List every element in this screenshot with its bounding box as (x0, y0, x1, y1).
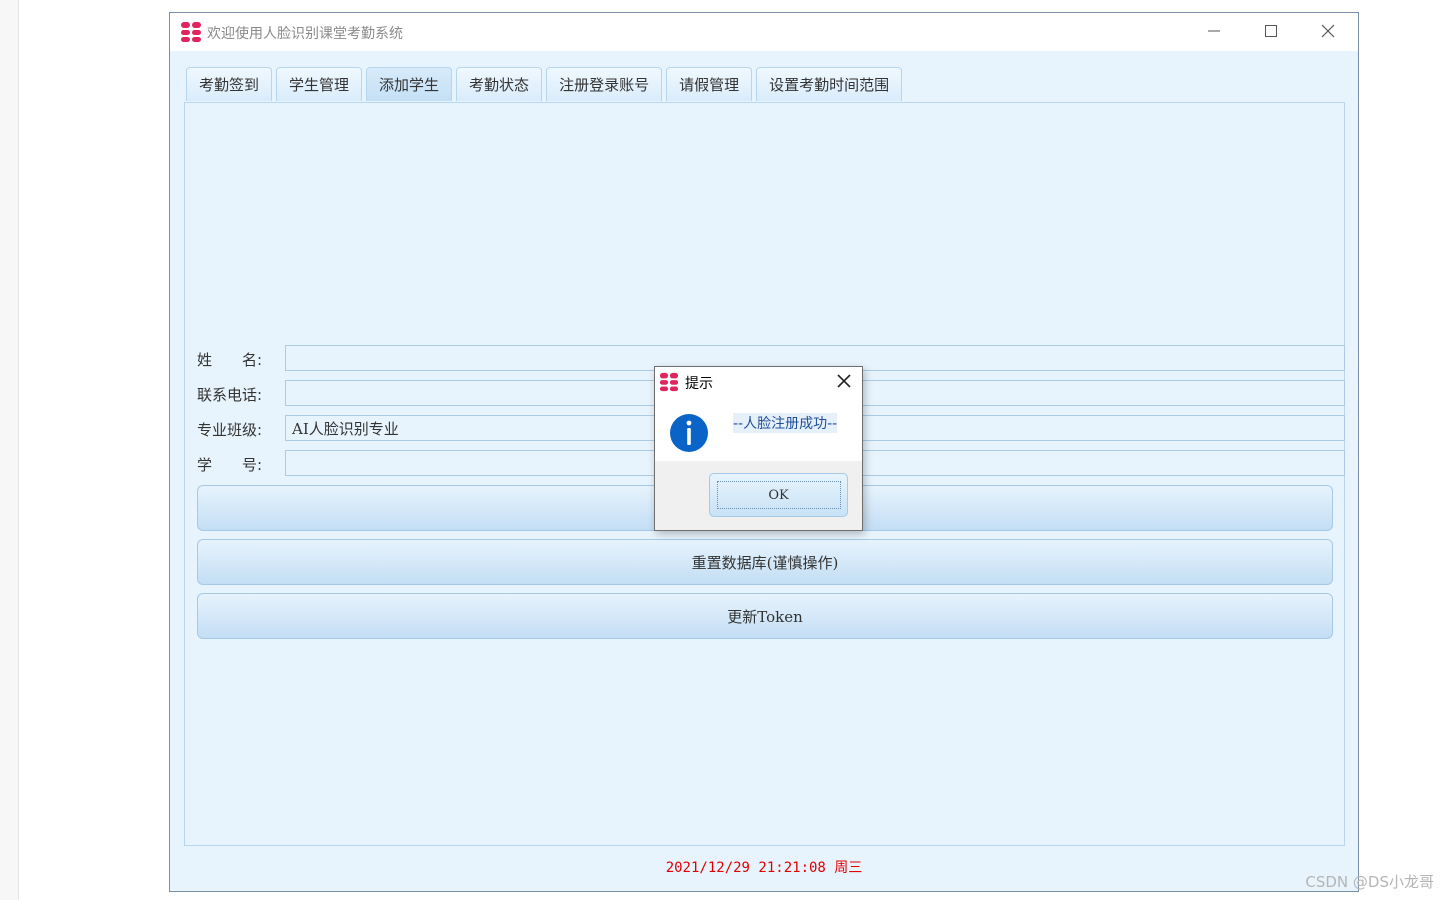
tab-register-account[interactable]: 注册登录账号 (546, 67, 663, 101)
minimize-icon (1208, 30, 1220, 32)
page-left-strip (0, 0, 19, 900)
watermark: CSDN @DS小龙哥 (1305, 873, 1434, 891)
tab-add-student[interactable]: 添加学生 (366, 67, 453, 101)
tab-student-management[interactable]: 学生管理 (276, 67, 363, 101)
phone-label: 联系电话: (197, 385, 263, 404)
dialog-body: --人脸注册成功-- (655, 397, 862, 461)
close-icon (1321, 24, 1335, 38)
maximize-button[interactable] (1243, 13, 1299, 49)
maximize-icon (1265, 25, 1277, 37)
info-icon (670, 414, 708, 452)
phone-row: 联系电话: (197, 380, 1345, 408)
dialog-message: --人脸注册成功-- (733, 413, 838, 433)
student-id-label: 学 号: (197, 455, 263, 474)
class-label: 专业班级: (197, 420, 263, 439)
dialog-title: 提示 (685, 376, 713, 392)
tab-leave-management[interactable]: 请假管理 (666, 67, 753, 101)
titlebar: 欢迎使用人脸识别课堂考勤系统 (170, 13, 1358, 51)
ok-button-label: OK (716, 481, 841, 509)
app-logo-icon (659, 372, 679, 392)
dialog-titlebar: 提示 (655, 367, 862, 397)
name-row: 姓 名: (197, 345, 1345, 373)
status-datetime: 2021/12/29 21:21:08 周三 (665, 860, 863, 876)
student-id-row: 学 号: (197, 450, 1345, 478)
tab-bar: 考勤签到 学生管理 添加学生 考勤状态 注册登录账号 请假管理 设置考勤时间范围 (186, 67, 903, 103)
class-row: 专业班级: AI人脸识别专业 (197, 415, 1345, 443)
tab-attendance-signin[interactable]: 考勤签到 (186, 67, 273, 101)
reset-database-button[interactable]: 重置数据库(谨慎操作) (197, 539, 1333, 585)
close-icon[interactable] (836, 373, 852, 389)
tab-attendance-time-range[interactable]: 设置考勤时间范围 (756, 67, 903, 101)
name-label: 姓 名: (197, 350, 263, 369)
minimize-button[interactable] (1186, 13, 1242, 49)
window-title: 欢迎使用人脸识别课堂考勤系统 (207, 26, 403, 42)
app-logo-icon (181, 22, 201, 42)
ok-button[interactable]: OK (709, 473, 848, 517)
update-token-button[interactable]: 更新Token (197, 593, 1333, 639)
close-button[interactable] (1300, 13, 1356, 49)
info-dialog: 提示 --人脸注册成功-- OK (654, 366, 863, 531)
tab-attendance-status[interactable]: 考勤状态 (456, 67, 543, 101)
